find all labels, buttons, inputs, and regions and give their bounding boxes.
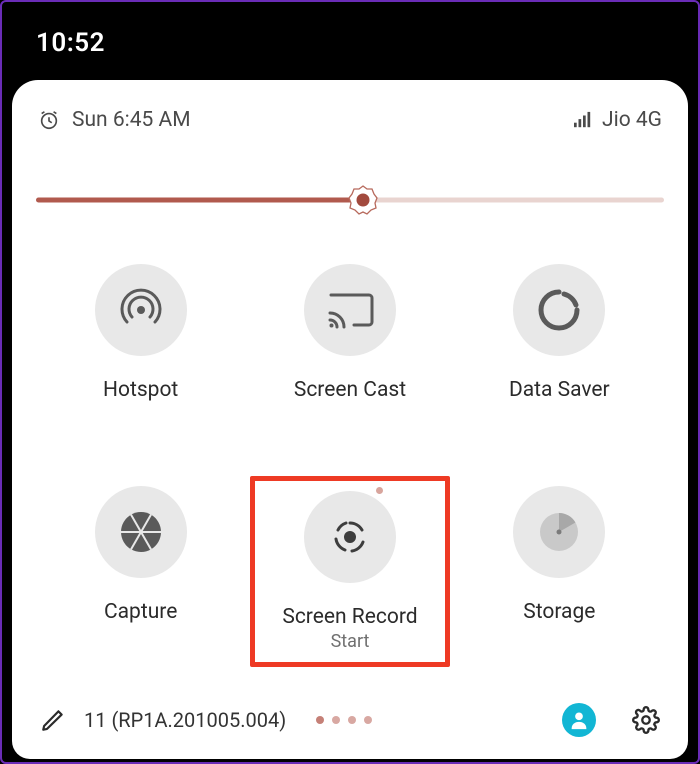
tiles-grid: Hotspot Screen Cast Data Saver — [36, 254, 664, 667]
status-time: Sun 6:45 AM — [72, 108, 191, 132]
network-label: Jio 4G — [602, 108, 662, 132]
build-number: 11 (RP1A.201005.004) — [84, 708, 286, 732]
status-bar: Sun 6:45 AM Jio 4G — [36, 104, 664, 132]
tile-screen-record[interactable]: Screen Record Start — [250, 476, 450, 667]
tile-sublabel: Start — [331, 631, 370, 652]
tile-data-saver[interactable]: Data Saver — [459, 254, 659, 412]
user-avatar[interactable] — [562, 703, 596, 737]
settings-icon[interactable] — [632, 706, 660, 734]
data-saver-icon — [536, 287, 582, 333]
cast-icon — [326, 290, 374, 330]
panel-footer: 11 (RP1A.201005.004) — [36, 703, 664, 743]
tile-storage[interactable]: Storage — [459, 476, 659, 667]
tile-label: Data Saver — [509, 378, 610, 402]
tile-capture[interactable]: Capture — [41, 476, 241, 667]
hotspot-icon — [118, 287, 164, 333]
slider-thumb[interactable] — [348, 185, 378, 215]
person-icon — [568, 709, 590, 731]
recording-indicator-icon — [376, 487, 383, 494]
storage-icon — [536, 509, 582, 555]
tile-label: Capture — [104, 600, 177, 624]
alarm-icon — [38, 109, 60, 131]
tile-label: Screen Cast — [294, 378, 406, 402]
screen-record-icon — [328, 515, 372, 559]
tile-label: Storage — [523, 600, 595, 624]
aperture-icon — [118, 509, 164, 555]
tile-screen-cast[interactable]: Screen Cast — [250, 254, 450, 412]
signal-icon — [572, 111, 594, 129]
edit-icon[interactable] — [40, 707, 66, 733]
quick-settings-panel: Sun 6:45 AM Jio 4G — [12, 80, 688, 759]
tile-label: Hotspot — [103, 378, 178, 402]
tile-label: Screen Record — [282, 605, 417, 629]
brightness-slider[interactable] — [36, 186, 664, 214]
tile-hotspot[interactable]: Hotspot — [41, 254, 241, 412]
page-indicator — [316, 716, 372, 724]
device-clock: 10:52 — [36, 28, 105, 58]
